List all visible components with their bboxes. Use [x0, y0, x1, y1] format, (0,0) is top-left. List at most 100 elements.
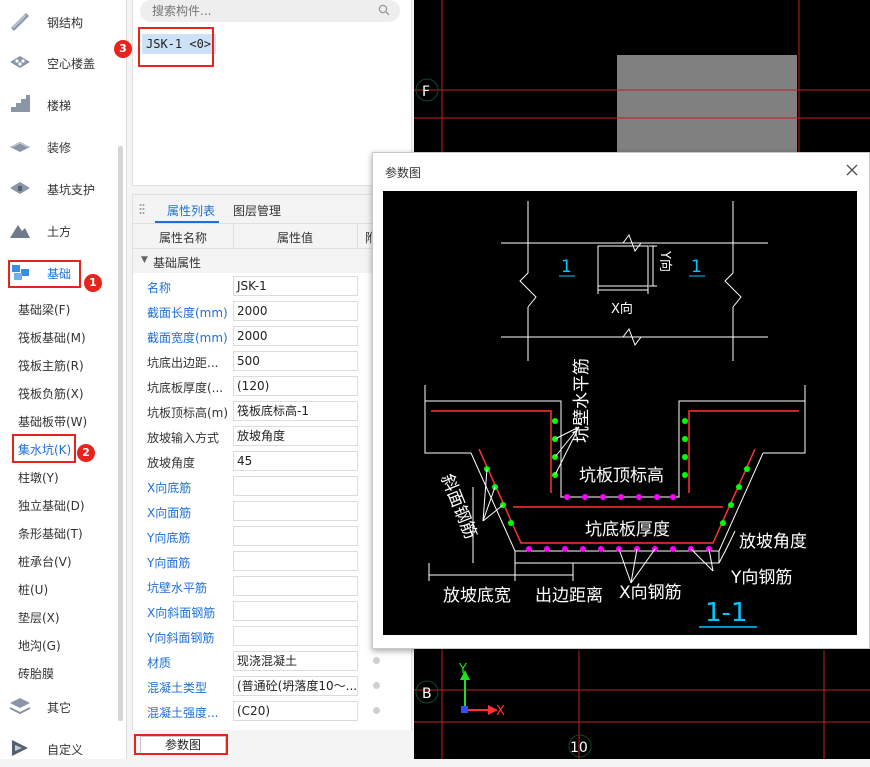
property-row[interactable]: Y向面筋	[133, 549, 411, 574]
property-value-field[interactable]: JSK-1	[233, 276, 358, 296]
category-custom[interactable]: 自定义	[0, 729, 118, 767]
cad-grey-block	[617, 55, 797, 155]
highlight-box-sump-pit	[12, 434, 76, 463]
property-value-field[interactable]	[233, 626, 358, 646]
collapse-triangle-icon[interactable]: ▼	[141, 255, 148, 265]
step-badge-1: 1	[84, 274, 102, 292]
property-tabs: 属性列表 图层管理	[133, 195, 411, 224]
property-name: 名称	[147, 281, 172, 295]
dialog-title: 参数图	[385, 166, 422, 180]
highlight-box-component	[138, 27, 214, 67]
tab-property-list[interactable]: 属性列表	[167, 202, 215, 219]
property-value-field[interactable]: 2000	[233, 326, 358, 346]
property-name: 截面长度(mm)	[147, 306, 228, 320]
property-row[interactable]: 坑底出边距... 500	[133, 349, 411, 374]
category-hollow-floor[interactable]: 空心楼盖	[0, 43, 118, 81]
axis-label-10: 10	[570, 740, 588, 756]
custom-icon	[12, 740, 28, 756]
sub-item-raft-negative-bar[interactable]: 筏板负筋(X)	[18, 385, 84, 402]
property-value-field[interactable]: 45	[233, 451, 358, 471]
property-value-field[interactable]	[233, 476, 358, 496]
sub-item-column-pier[interactable]: 柱墩(Y)	[18, 469, 59, 486]
property-value-field[interactable]: (120)	[233, 376, 358, 396]
property-value-field[interactable]: 现浇混凝土	[233, 651, 358, 671]
property-value-field[interactable]: 500	[233, 351, 358, 371]
property-value-field[interactable]	[233, 601, 358, 621]
sub-item-pile[interactable]: 桩(U)	[18, 581, 48, 598]
property-value-field[interactable]	[233, 576, 358, 596]
label-top-elevation: 坑板顶标高	[579, 466, 664, 486]
property-row[interactable]: X向斜面钢筋	[133, 599, 411, 624]
property-row[interactable]: Y向底筋	[133, 524, 411, 549]
leader-lines	[472, 426, 714, 584]
property-row[interactable]: X向面筋	[133, 499, 411, 524]
component-type-sidebar: 钢结构 空心楼盖 楼梯 装修 基坑支护 土方 基础 1 基础梁(F) 筏板基础(…	[0, 0, 127, 759]
search-input[interactable]	[150, 2, 374, 20]
property-value-field[interactable]: (普通砼(坍落度10～...	[233, 676, 358, 696]
attach-checkbox[interactable]	[373, 707, 380, 714]
sub-item-trench[interactable]: 地沟(G)	[18, 637, 61, 654]
plan-x-dir-label: X向	[611, 301, 633, 317]
sub-item-strip-foundation[interactable]: 条形基础(T)	[18, 525, 83, 542]
property-group-basic[interactable]: ▼ 基础属性	[133, 249, 411, 273]
earthwork-icon	[10, 225, 30, 238]
property-name: 截面宽度(mm)	[147, 331, 228, 345]
property-value-field[interactable]	[233, 526, 358, 546]
sub-item-raft-main-bar[interactable]: 筏板主筋(R)	[18, 357, 84, 374]
property-value-field[interactable]: (C20)	[233, 701, 358, 721]
category-stairs[interactable]: 楼梯	[0, 85, 118, 123]
step-badge-2: 2	[77, 444, 95, 462]
sub-item-isolated-foundation[interactable]: 独立基础(D)	[18, 497, 85, 514]
drag-grip-icon[interactable]	[139, 203, 145, 215]
property-value-field[interactable]: 放坡角度	[233, 426, 358, 446]
label-slope-angle: 放坡角度	[739, 532, 807, 552]
property-name: 放坡输入方式	[147, 431, 220, 445]
property-row[interactable]: 放坡输入方式 放坡角度	[133, 424, 411, 449]
category-other[interactable]: 其它	[0, 687, 118, 725]
property-row[interactable]: 放坡角度 45	[133, 449, 411, 474]
property-row[interactable]: 混凝土类型 (普通砼(坍落度10～...	[133, 674, 411, 699]
property-row[interactable]: 混凝土强度... (C20)	[133, 699, 411, 724]
sub-item-cushion[interactable]: 垫层(X)	[18, 609, 60, 626]
tab-layer-management[interactable]: 图层管理	[233, 202, 281, 219]
property-value-field[interactable]: 2000	[233, 301, 358, 321]
label-edge-distance: 出边距离	[535, 586, 603, 606]
sidebar-scrollbar[interactable]	[118, 146, 123, 721]
svg-text:X: X	[496, 704, 505, 719]
category-decoration[interactable]: 装修	[0, 127, 118, 165]
property-row[interactable]: 截面长度(mm) 2000	[133, 299, 411, 324]
sub-item-raft-foundation[interactable]: 筏板基础(M)	[18, 329, 86, 346]
attach-checkbox[interactable]	[373, 682, 380, 689]
attach-checkbox[interactable]	[373, 657, 380, 664]
category-earthwork[interactable]: 土方	[0, 211, 118, 249]
search-icon[interactable]	[378, 4, 390, 16]
svg-text:Y: Y	[458, 662, 467, 677]
property-row[interactable]: X向底筋	[133, 474, 411, 499]
sub-item-pile-cap[interactable]: 桩承台(V)	[18, 553, 72, 570]
property-name: 坑底出边距...	[147, 356, 219, 370]
property-row[interactable]: 坑板顶标高(m) 筏板底标高-1	[133, 399, 411, 424]
property-name: 混凝土类型	[147, 681, 208, 695]
stairs-icon	[11, 95, 30, 112]
category-pit-support[interactable]: 基坑支护	[0, 169, 118, 207]
sub-item-foundation-beam[interactable]: 基础梁(F)	[18, 301, 70, 318]
property-row[interactable]: 材质 现浇混凝土	[133, 649, 411, 674]
property-value-field[interactable]	[233, 501, 358, 521]
step-badge-3: 3	[114, 40, 132, 58]
property-row[interactable]: 名称 JSK-1	[133, 274, 411, 299]
close-icon[interactable]	[845, 163, 859, 177]
property-row[interactable]: Y向斜面钢筋	[133, 624, 411, 649]
property-value-field[interactable]: 筏板底标高-1	[233, 401, 358, 421]
property-row[interactable]: 坑壁水平筋	[133, 574, 411, 599]
active-tab-underline	[155, 221, 219, 223]
property-value-field[interactable]	[233, 551, 358, 571]
property-name: X向面筋	[147, 506, 192, 520]
highlight-box-foundation	[8, 260, 81, 288]
sub-item-brick-mold[interactable]: 砖胎膜	[18, 665, 54, 682]
property-row[interactable]: 坑底板厚度(... (120)	[133, 374, 411, 399]
property-row[interactable]: 截面宽度(mm) 2000	[133, 324, 411, 349]
section-mark-left: 1	[561, 257, 572, 277]
sub-item-foundation-strip[interactable]: 基础板带(W)	[18, 413, 87, 430]
category-steel-structure[interactable]: 钢结构	[0, 2, 118, 40]
property-name: 混凝土强度...	[147, 706, 219, 720]
